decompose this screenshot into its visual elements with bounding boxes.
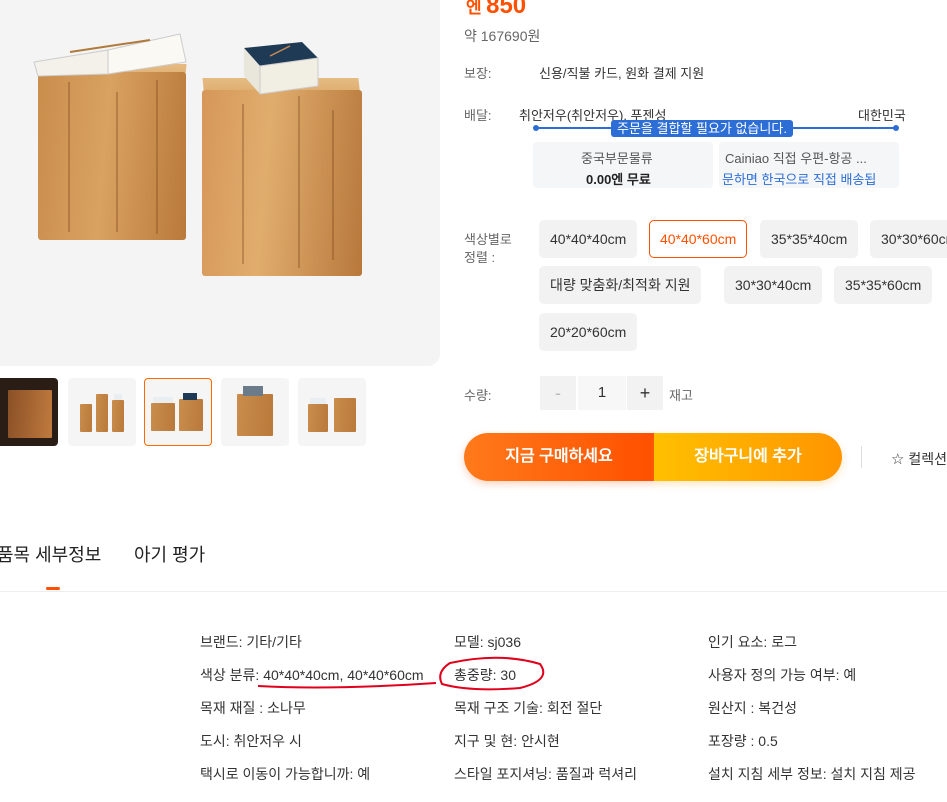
collect-button[interactable]: ☆ 컬렉션 (891, 449, 947, 469)
price-currency: 엔 (466, 0, 482, 17)
thumbnail-3[interactable] (144, 378, 212, 446)
detail-wood-material: 목재 재질 : 소나무 (200, 700, 306, 716)
route-badge: 주문을 결합할 필요가 없습니다. (611, 120, 793, 137)
route-start-dot (533, 125, 539, 131)
detail-district: 지구 및 현: 안시현 (454, 733, 560, 749)
tab-item-details[interactable]: 품목 세부정보 (0, 541, 101, 567)
thumbnail-4[interactable] (221, 378, 289, 446)
add-to-cart-button[interactable]: 장바구니에 추가 (654, 433, 842, 481)
detail-gross-weight: 총중량: 30 (454, 667, 516, 683)
stock-label: 재고 (669, 388, 693, 403)
detail-package-qty: 포장량 : 0.5 (708, 733, 778, 749)
closed-book-illustration (244, 42, 319, 95)
open-book-illustration (33, 33, 187, 77)
quantity-input[interactable]: 1 (578, 376, 626, 410)
shipping-option-china-title: 중국부문물류 (581, 151, 653, 166)
stool-left (38, 72, 186, 240)
collect-label: 컬렉션 (908, 451, 947, 467)
size-option-35x35x60[interactable]: 35*35*60cm (834, 266, 933, 304)
size-option-30x30x40[interactable]: 30*30*40cm (724, 266, 823, 304)
detail-color-classification: 색상 분류: 40*40*40cm, 40*40*60cm (200, 667, 424, 683)
detail-origin: 원산지 : 복건성 (708, 700, 797, 716)
quantity-increase-button[interactable]: + (627, 376, 663, 410)
price-amount: 850 (486, 0, 527, 19)
detail-model: 모델: sj036 (454, 634, 522, 650)
size-option-40x40x60[interactable]: 40*40*60cm (649, 220, 748, 258)
thumbnail-5[interactable] (298, 378, 366, 446)
size-option-20x20x60[interactable]: 20*20*60cm (539, 313, 638, 351)
shipping-option-cainiao-title: Cainiao 직접 우편-항공 ... (725, 151, 867, 166)
star-icon: ☆ (891, 451, 905, 468)
detail-wood-technique: 목재 구조 기술: 회전 절단 (454, 700, 603, 716)
tab-reviews[interactable]: 아기 평가 (134, 541, 205, 567)
tabs-divider (0, 591, 947, 592)
stool-right (202, 90, 362, 276)
detail-popular-element: 인기 요소: 로그 (708, 634, 797, 650)
thumbnail-2[interactable] (68, 378, 136, 446)
detail-installation: 설치 지침 세부 정보: 설치 지침 제공 (708, 766, 916, 782)
price-approx-krw: 약 167690원 (464, 28, 541, 44)
detail-brand: 브랜드: 기타/기타 (200, 634, 302, 650)
quantity-decrease-button[interactable]: - (540, 376, 576, 410)
divider (861, 446, 862, 468)
main-product-image (0, 0, 440, 366)
detail-style-positioning: 스타일 포지셔닝: 품질과 럭셔리 (454, 766, 637, 782)
size-option-35x35x40[interactable]: 35*35*40cm (760, 220, 859, 258)
guarantee-label: 보장: (464, 66, 492, 81)
size-option-bulk-custom[interactable]: 대량 맞춤화/최적화 지원 (539, 266, 702, 304)
buy-now-button[interactable]: 지금 구매하세요 (464, 433, 654, 481)
shipping-option-cainiao-desc: 문하면 한국으로 직접 배송됩 (722, 172, 877, 187)
size-option-30x30x60[interactable]: 30*30*60cm (870, 220, 947, 258)
guarantee-value: 신용/직불 카드, 원화 결제 지원 (539, 66, 705, 81)
price: 엔 850 (466, 0, 526, 20)
quantity-label: 수량: (464, 388, 492, 403)
shipping-option-china[interactable]: 중국부문물류 0.00엔 무료 (533, 142, 713, 188)
thumbnail-1[interactable] (0, 378, 58, 446)
active-tab-indicator (46, 587, 60, 590)
shipping-option-china-price: 0.00엔 무료 (586, 172, 651, 187)
detail-city: 도시: 취안저우 시 (200, 733, 302, 749)
size-option-40x40x40[interactable]: 40*40*40cm (539, 220, 638, 258)
delivery-destination: 대한민국 (858, 108, 906, 123)
color-sort-label-1: 색상별로 (464, 232, 512, 247)
shipping-option-cainiao[interactable]: Cainiao 직접 우편-항공 ... 문하면 한국으로 직접 배송됩 (719, 142, 899, 188)
delivery-label: 배달: (464, 108, 492, 123)
route-end-dot (893, 125, 899, 131)
detail-taxi: 택시로 이동이 가능합니까: 예 (200, 766, 371, 782)
color-sort-label-2: 정렬 : (464, 250, 496, 265)
detail-customizable: 사용자 정의 가능 여부: 예 (708, 667, 857, 683)
